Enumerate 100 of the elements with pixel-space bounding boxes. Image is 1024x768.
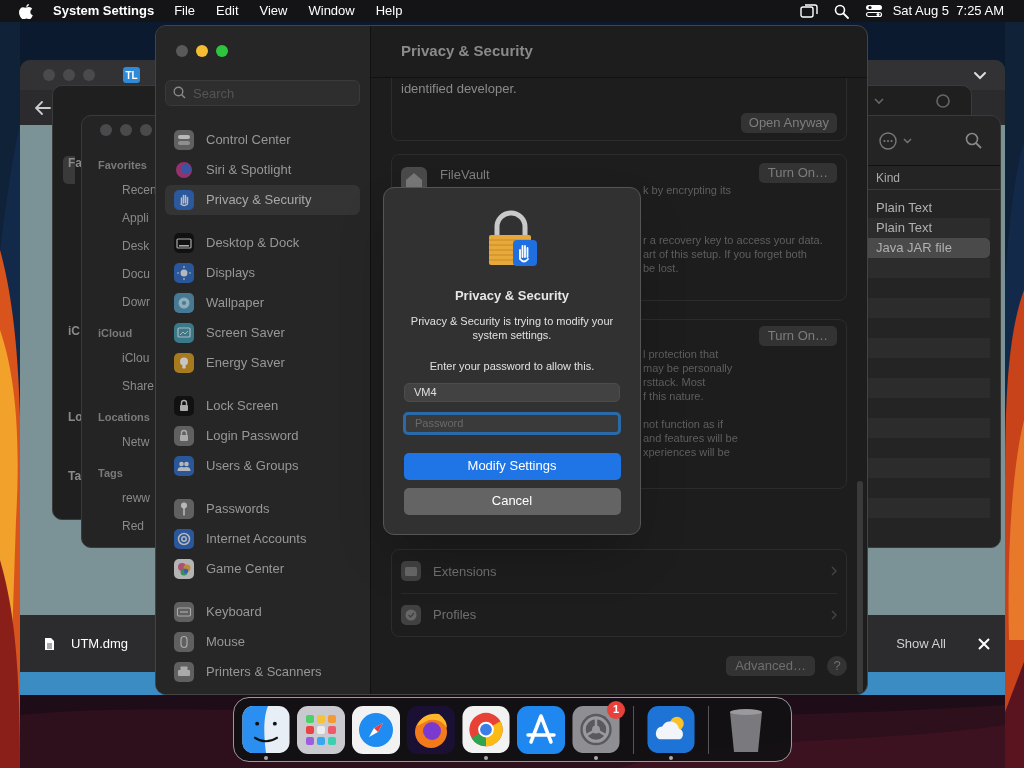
sidebar-item[interactable]: Wallpaper bbox=[165, 288, 360, 318]
gear-icon[interactable] bbox=[572, 705, 620, 753]
search-icon bbox=[173, 86, 186, 99]
back-arrow-icon[interactable] bbox=[35, 100, 51, 115]
sidebar-item[interactable]: Desktop & Dock bbox=[165, 228, 360, 258]
download-item[interactable]: UTM.dmg bbox=[71, 633, 129, 654]
fox-globe-icon[interactable] bbox=[407, 705, 455, 754]
close-icon[interactable] bbox=[978, 637, 990, 650]
sidebar-item[interactable]: Energy Saver bbox=[165, 348, 360, 378]
sidebar-item[interactable]: Internet Accounts bbox=[165, 524, 360, 554]
apple-icon[interactable] bbox=[19, 3, 33, 19]
tab-favicon: TL bbox=[123, 67, 140, 83]
sun-icon bbox=[174, 263, 194, 283]
sidebar-item[interactable]: Red bbox=[98, 512, 156, 540]
description-text: r a recovery key to access your data. bbox=[643, 233, 824, 247]
sidebar-item[interactable]: Keyboard bbox=[165, 597, 360, 627]
sidebar-heading: Locations bbox=[98, 410, 151, 425]
monitor-icon bbox=[174, 233, 194, 253]
menu-item[interactable]: File bbox=[174, 1, 196, 21]
menu-item[interactable]: Window bbox=[308, 1, 355, 21]
bubbles-icon bbox=[174, 559, 194, 579]
app-grid-icon[interactable] bbox=[297, 705, 345, 754]
chevron-right-icon bbox=[831, 610, 837, 620]
toggles-icon[interactable] bbox=[864, 4, 883, 18]
description-text: and features will be bbox=[643, 431, 739, 445]
description-text: may be personally bbox=[643, 361, 734, 375]
open-anyway-button[interactable]: Open Anyway bbox=[740, 112, 837, 133]
toggles-icon bbox=[174, 130, 194, 150]
file-row[interactable]: Plain Text bbox=[868, 218, 990, 238]
settings-row[interactable]: Extensions bbox=[401, 550, 837, 593]
description-text: not function as if bbox=[643, 417, 725, 431]
scrollbar-thumb[interactable] bbox=[857, 481, 863, 693]
sidebar-item[interactable]: iClou bbox=[98, 344, 156, 372]
sidebar-item[interactable]: Game Center bbox=[165, 554, 360, 584]
sidebar-item[interactable]: Mouse bbox=[165, 627, 360, 657]
sidebar-heading: iCloud bbox=[98, 326, 134, 341]
mouse-icon bbox=[174, 632, 194, 652]
app-name-menu[interactable]: System Settings bbox=[53, 1, 155, 21]
sidebar-item[interactable]: Desk bbox=[98, 232, 156, 260]
menu-item[interactable]: Edit bbox=[216, 1, 239, 21]
sidebar-heading: Tags bbox=[98, 466, 124, 481]
description-text: rsttack. Most bbox=[643, 375, 707, 389]
sidebar-item[interactable]: Appli bbox=[98, 204, 156, 232]
file-row[interactable]: Java JAR file bbox=[868, 238, 990, 258]
cloud-sun-icon[interactable] bbox=[647, 705, 695, 753]
search-icon[interactable] bbox=[833, 3, 849, 19]
sidebar-item[interactable]: Dowr bbox=[98, 288, 156, 316]
username-field[interactable]: VM4 bbox=[404, 382, 620, 402]
sidebar-item[interactable]: Privacy & Security bbox=[165, 185, 360, 215]
sidebar-item[interactable]: Passwords bbox=[165, 494, 360, 524]
minimize-button[interactable] bbox=[196, 45, 208, 57]
clock[interactable]: Sat Aug 5 7:25 AM bbox=[892, 1, 1004, 21]
notification-badge: 1 bbox=[607, 700, 625, 719]
settings-row[interactable]: Profiles bbox=[401, 593, 837, 636]
sidebar-heading: Favorites bbox=[98, 158, 148, 173]
hand-icon bbox=[174, 190, 194, 210]
more-icon[interactable] bbox=[878, 130, 898, 151]
sidebar-item[interactable]: Displays bbox=[165, 258, 360, 288]
compass-icon[interactable] bbox=[352, 705, 400, 754]
smiley-icon[interactable] bbox=[242, 705, 290, 753]
description-text: f this nature. bbox=[643, 389, 705, 403]
sidebar-item[interactable]: Screen Saver bbox=[165, 318, 360, 348]
sidebar-item[interactable]: Users & Groups bbox=[165, 451, 360, 481]
show-all-button[interactable]: Show All bbox=[896, 633, 946, 654]
sidebar-item[interactable]: Share bbox=[98, 372, 156, 400]
sidebar-item[interactable]: Control Center bbox=[165, 125, 360, 155]
file-icon[interactable] bbox=[44, 636, 55, 651]
at-sign-icon bbox=[174, 529, 194, 549]
windows-icon[interactable] bbox=[799, 4, 818, 18]
menu-item[interactable]: Help bbox=[375, 1, 403, 21]
lock-icon bbox=[174, 426, 194, 446]
sidebar-heading: Ta bbox=[68, 469, 82, 483]
dialog-title: Privacy & Security bbox=[454, 287, 570, 305]
sidebar-item[interactable]: Lock Screen bbox=[165, 391, 360, 421]
section-title: FileVault bbox=[440, 166, 490, 184]
flower-icon bbox=[174, 293, 194, 313]
ring-icon[interactable] bbox=[462, 705, 510, 753]
turn-on-button[interactable]: Turn On… bbox=[758, 326, 837, 346]
menu-item[interactable]: View bbox=[259, 1, 288, 21]
modify-settings-button[interactable]: Modify Settings bbox=[403, 452, 621, 480]
sidebar-item[interactable]: Printers & Scanners bbox=[165, 657, 360, 687]
zoom-button[interactable] bbox=[216, 45, 228, 57]
sidebar-heading: iC bbox=[68, 324, 81, 338]
dialog-prompt: Enter your password to allow this. bbox=[429, 358, 595, 373]
page-title: Privacy & Security bbox=[401, 41, 533, 62]
printer-icon bbox=[174, 662, 194, 682]
chevron-right-icon bbox=[831, 566, 837, 577]
turn-on-button[interactable]: Turn On… bbox=[758, 163, 837, 183]
file-row[interactable]: Plain Text bbox=[868, 198, 990, 218]
sidebar-heading: Fa bbox=[68, 156, 82, 170]
sidebar-item[interactable]: Netw bbox=[98, 428, 156, 456]
description-text: be lost. bbox=[643, 261, 680, 275]
dialog-message: Privacy & Security is trying to modify your system settings. bbox=[409, 313, 615, 342]
sidebar-item[interactable]: Siri & Spotlight bbox=[165, 155, 360, 185]
sidebar-item[interactable]: reww bbox=[98, 484, 156, 512]
a-shape-icon[interactable] bbox=[517, 705, 565, 754]
sidebar-item[interactable]: Docu bbox=[98, 260, 156, 288]
sidebar-item[interactable]: Login Password bbox=[165, 421, 360, 451]
screen-icon bbox=[174, 323, 194, 343]
cancel-button[interactable]: Cancel bbox=[403, 487, 621, 515]
